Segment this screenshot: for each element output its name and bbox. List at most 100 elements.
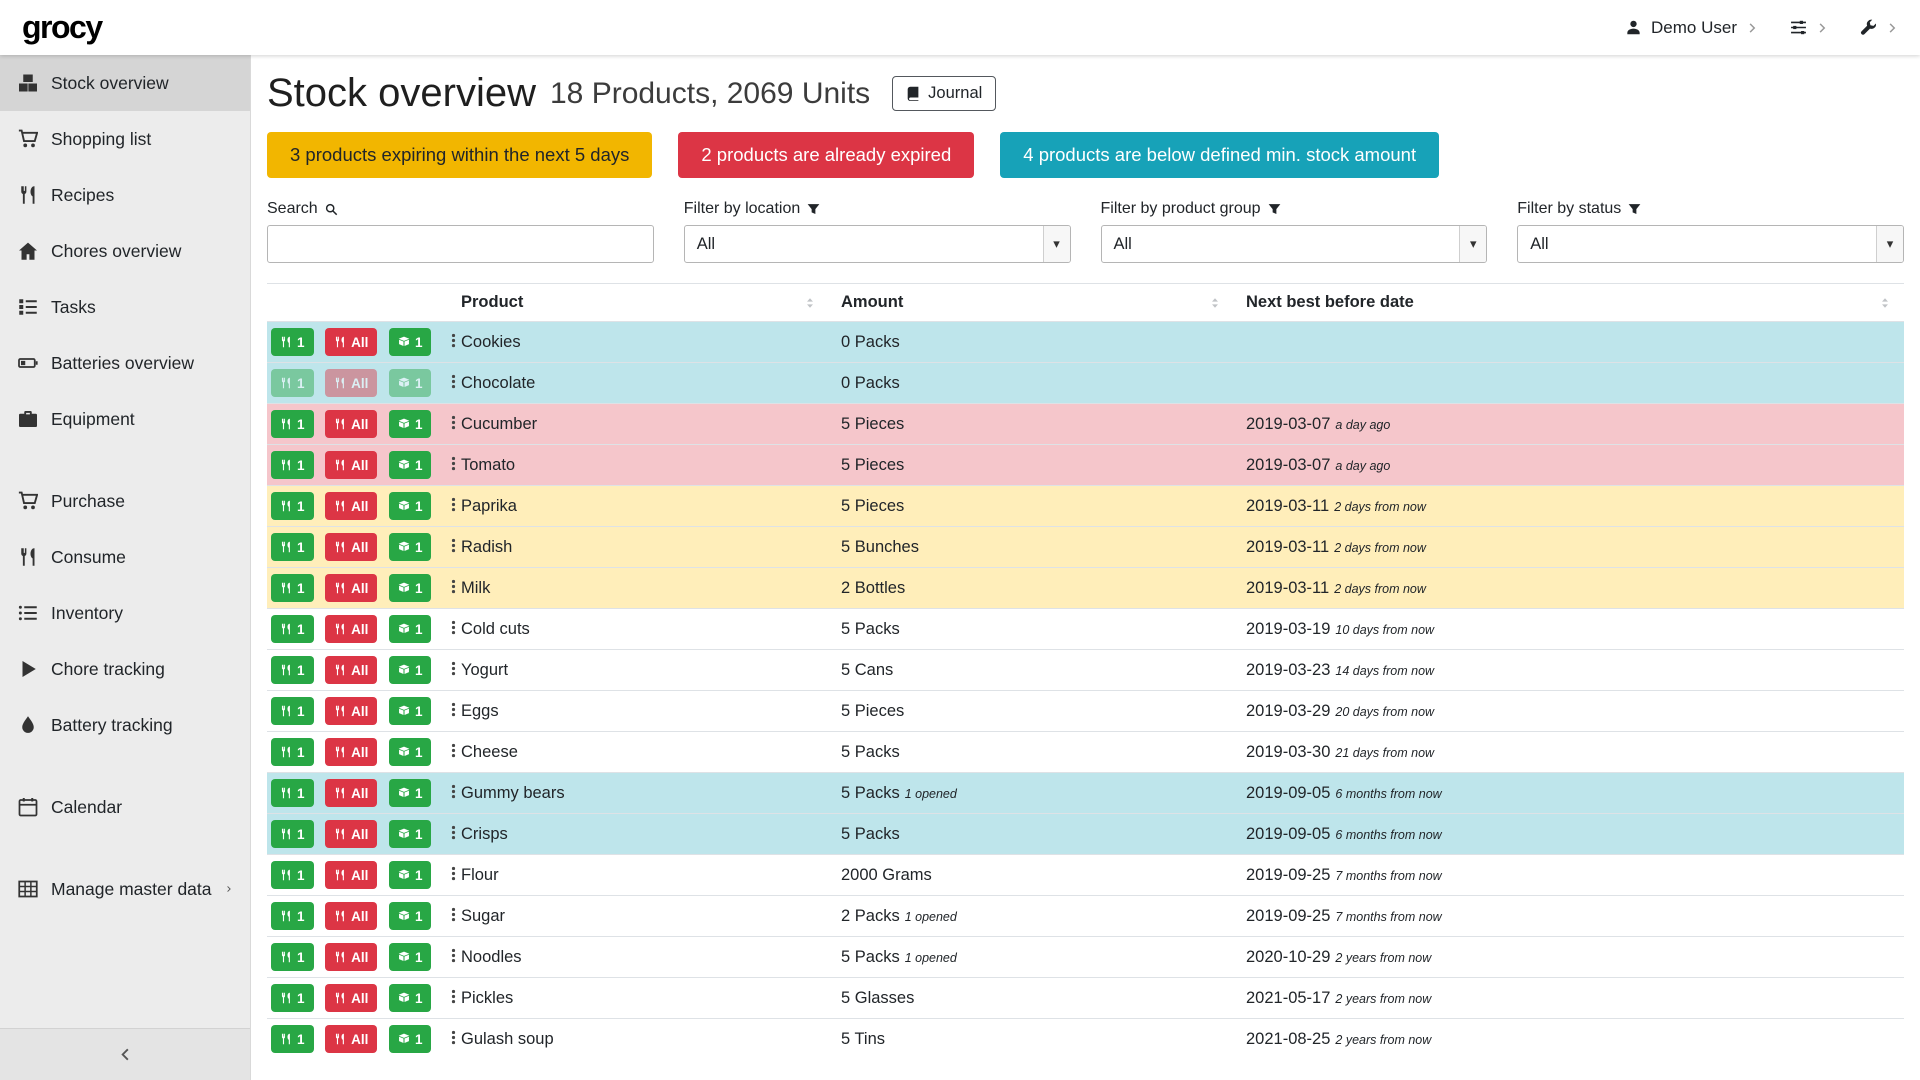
amount-value: 2000 Grams: [841, 866, 932, 884]
consume-one-button[interactable]: 1: [271, 328, 314, 356]
sidebar-item-chores-overview[interactable]: Chores overview: [0, 223, 250, 279]
consume-one-button[interactable]: 1: [271, 369, 314, 397]
journal-button[interactable]: Journal: [892, 76, 996, 111]
consume-all-button[interactable]: All: [325, 492, 377, 520]
best-before-date: 2019-03-11: [1246, 538, 1329, 556]
consume-one-button[interactable]: 1: [271, 902, 314, 930]
consume-all-button[interactable]: All: [325, 615, 377, 643]
utensils-icon: [334, 910, 346, 922]
sidebar-item-recipes[interactable]: Recipes: [0, 167, 250, 223]
consume-all-button[interactable]: All: [325, 328, 377, 356]
sidebar-item-inventory[interactable]: Inventory: [0, 585, 250, 641]
open-one-button[interactable]: 1: [389, 1025, 432, 1053]
status-badge-info[interactable]: 4 products are below defined min. stock …: [1000, 132, 1439, 178]
status-badge-warning[interactable]: 3 products expiring within the next 5 da…: [267, 132, 652, 178]
consume-all-button[interactable]: All: [325, 861, 377, 889]
app-logo[interactable]: grocy: [22, 9, 102, 46]
consume-all-button[interactable]: All: [325, 656, 377, 684]
amount-cell: 5 Glasses: [829, 978, 1234, 1019]
consume-all-button[interactable]: All: [325, 451, 377, 479]
collapse-sidebar-button[interactable]: [0, 1028, 250, 1080]
consume-all-button[interactable]: All: [325, 697, 377, 725]
product-group-select[interactable]: All ▾: [1101, 225, 1488, 263]
open-one-button[interactable]: 1: [389, 451, 432, 479]
open-one-button[interactable]: 1: [389, 943, 432, 971]
consume-all-button[interactable]: All: [325, 533, 377, 561]
open-one-button[interactable]: 1: [389, 328, 432, 356]
consume-all-button[interactable]: All: [325, 820, 377, 848]
location-select[interactable]: All ▾: [684, 225, 1071, 263]
product-name: Milk: [449, 568, 829, 609]
open-one-button[interactable]: 1: [389, 615, 432, 643]
consume-one-button[interactable]: 1: [271, 820, 314, 848]
open-one-button[interactable]: 1: [389, 656, 432, 684]
navbar-right: Demo User: [1593, 18, 1898, 38]
consume-all-button[interactable]: All: [325, 1025, 377, 1053]
amount-column-header[interactable]: Amount: [829, 284, 1234, 322]
status-select[interactable]: All ▾: [1517, 225, 1904, 263]
open-one-button[interactable]: 1: [389, 738, 432, 766]
sidebar-item-tasks[interactable]: Tasks: [0, 279, 250, 335]
open-box-icon: [398, 623, 410, 635]
consume-one-button[interactable]: 1: [271, 738, 314, 766]
open-one-button[interactable]: 1: [389, 861, 432, 889]
open-box-icon: [398, 336, 410, 348]
open-one-button[interactable]: 1: [389, 902, 432, 930]
consume-all-button[interactable]: All: [325, 984, 377, 1012]
open-one-button[interactable]: 1: [389, 820, 432, 848]
open-one-button[interactable]: 1: [389, 574, 432, 602]
consume-one-button[interactable]: 1: [271, 574, 314, 602]
consume-one-button[interactable]: 1: [271, 943, 314, 971]
utensils-icon: [280, 459, 292, 471]
consume-all-button[interactable]: All: [325, 410, 377, 438]
status-badge-danger[interactable]: 2 products are already expired: [678, 132, 974, 178]
consume-all-button[interactable]: All: [325, 902, 377, 930]
sidebar-item-calendar[interactable]: Calendar: [0, 779, 250, 835]
settings-menu[interactable]: [1790, 19, 1828, 36]
date-relative-note: 2 days from now: [1334, 500, 1426, 514]
open-one-button[interactable]: 1: [389, 492, 432, 520]
consume-one-button[interactable]: 1: [271, 410, 314, 438]
consume-all-button[interactable]: All: [325, 943, 377, 971]
user-menu[interactable]: Demo User: [1625, 18, 1758, 38]
consume-one-button[interactable]: 1: [271, 697, 314, 725]
ellipsis-icon: [446, 987, 461, 1006]
admin-menu[interactable]: [1860, 19, 1898, 36]
consume-all-button[interactable]: All: [325, 779, 377, 807]
sidebar-item-batteries-overview[interactable]: Batteries overview: [0, 335, 250, 391]
sidebar-item-consume[interactable]: Consume: [0, 529, 250, 585]
search-input[interactable]: [267, 225, 654, 263]
sidebar-item-purchase[interactable]: Purchase: [0, 473, 250, 529]
open-one-button[interactable]: 1: [389, 410, 432, 438]
open-one-button[interactable]: 1: [389, 984, 432, 1012]
product-column-header[interactable]: Product: [449, 284, 829, 322]
consume-one-button[interactable]: 1: [271, 533, 314, 561]
sidebar-item-manage-master-data[interactable]: Manage master data: [0, 861, 250, 917]
consume-one-button[interactable]: 1: [271, 984, 314, 1012]
date-cell: 2019-03-112 days from now: [1234, 486, 1904, 527]
sidebar-item-shopping-list[interactable]: Shopping list: [0, 111, 250, 167]
consume-one-button[interactable]: 1: [271, 492, 314, 520]
open-one-button[interactable]: 1: [389, 533, 432, 561]
date-cell: 2019-03-112 days from now: [1234, 527, 1904, 568]
open-one-button[interactable]: 1: [389, 779, 432, 807]
date-column-header[interactable]: Next best before date: [1234, 284, 1904, 322]
table-row: 1 All 1 Flour 2000 Grams 2019-09-257 mon…: [267, 855, 1904, 896]
date-cell: 2020-10-292 years from now: [1234, 937, 1904, 978]
sidebar-item-battery-tracking[interactable]: Battery tracking: [0, 697, 250, 753]
consume-all-button[interactable]: All: [325, 574, 377, 602]
row-actions: 1 All 1: [267, 650, 449, 691]
consume-one-button[interactable]: 1: [271, 451, 314, 479]
open-one-button[interactable]: 1: [389, 697, 432, 725]
sidebar-item-chore-tracking[interactable]: Chore tracking: [0, 641, 250, 697]
consume-all-button[interactable]: All: [325, 738, 377, 766]
sidebar-item-stock-overview[interactable]: Stock overview: [0, 55, 250, 111]
consume-one-button[interactable]: 1: [271, 1025, 314, 1053]
consume-one-button[interactable]: 1: [271, 861, 314, 889]
sidebar-item-equipment[interactable]: Equipment: [0, 391, 250, 447]
consume-one-button[interactable]: 1: [271, 615, 314, 643]
consume-one-button[interactable]: 1: [271, 779, 314, 807]
open-one-button[interactable]: 1: [389, 369, 432, 397]
consume-all-button[interactable]: All: [325, 369, 377, 397]
consume-one-button[interactable]: 1: [271, 656, 314, 684]
